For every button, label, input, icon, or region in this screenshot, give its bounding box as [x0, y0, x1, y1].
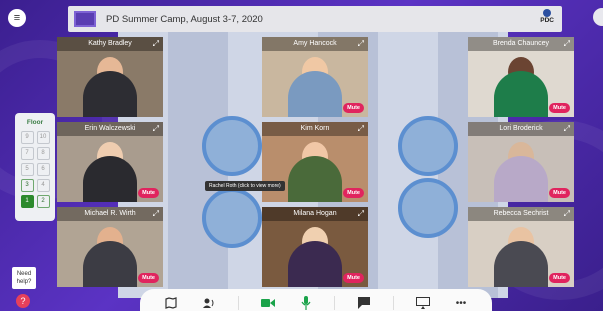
expand-icon[interactable]: ⤢	[358, 124, 364, 133]
brand-logo: PDC	[540, 9, 554, 25]
participant-tooltip: Rachel Roth (click to view more)	[205, 181, 285, 191]
brand-icon	[543, 9, 552, 17]
mute-button[interactable]: Mute	[549, 103, 570, 113]
expand-icon[interactable]: ⤢	[564, 124, 570, 133]
mute-button[interactable]: Mute	[343, 273, 364, 283]
more-icon[interactable]: •••	[452, 294, 470, 311]
mute-button[interactable]: Mute	[343, 188, 364, 198]
floor-button[interactable]: 7	[20, 147, 34, 160]
floor-button[interactable]: 4	[36, 179, 50, 192]
bottom-toolbar: •••	[140, 289, 492, 311]
table-icon[interactable]	[202, 116, 262, 176]
participant-tile[interactable]: Lori Broderick ⤢ Mute	[468, 122, 574, 202]
floor-button[interactable]: 3	[20, 179, 34, 192]
expand-icon[interactable]: ⤢	[153, 39, 159, 48]
mute-button[interactable]: Mute	[343, 103, 364, 113]
mute-button[interactable]: Mute	[138, 188, 159, 198]
event-logo	[74, 11, 96, 27]
floor-button[interactable]: 2	[36, 195, 50, 208]
toolbar-divider	[334, 296, 336, 310]
mute-button[interactable]: Mute	[549, 188, 570, 198]
camera-icon[interactable]	[259, 294, 277, 311]
expand-icon[interactable]: ⤢	[153, 209, 159, 218]
participant-tile[interactable]: Kathy Bradley ⤢	[57, 37, 163, 117]
event-title: PD Summer Camp, August 3-7, 2020	[106, 13, 263, 25]
screen-share-icon[interactable]	[414, 294, 432, 311]
toolbar-divider	[393, 296, 395, 310]
floor-label: Floor	[26, 119, 44, 126]
expand-icon[interactable]: ⤢	[564, 209, 570, 218]
map-icon[interactable]	[162, 294, 180, 311]
expand-icon[interactable]: ⤢	[358, 209, 364, 218]
participant-name: Brenda Chauncey	[468, 37, 574, 51]
participant-tile[interactable]: Rebecca Sechrist ⤢ Mute	[468, 207, 574, 287]
participant-tile[interactable]: Brenda Chauncey ⤢ Mute	[468, 37, 574, 117]
toolbar-divider	[237, 296, 239, 310]
participant-name: Michael R. Wirth	[57, 207, 163, 221]
help-button[interactable]: ?	[16, 294, 30, 308]
microphone-icon[interactable]	[297, 294, 315, 311]
expand-icon[interactable]: ⤢	[358, 39, 364, 48]
menu-icon[interactable]: ≡	[8, 9, 26, 27]
participant-name: Lori Broderick	[468, 122, 574, 136]
floor-button-current[interactable]: 1	[20, 195, 34, 208]
help-label: Need help?	[12, 267, 36, 289]
table-icon[interactable]	[202, 188, 262, 248]
floor-button[interactable]: 10	[36, 131, 50, 144]
participant-name: Kathy Bradley	[57, 37, 163, 51]
chat-icon[interactable]	[355, 294, 373, 311]
participant-tile[interactable]: Erin Walczewski ⤢ Mute	[57, 122, 163, 202]
participant-tile[interactable]: Milana Hogan ⤢ Mute	[262, 207, 368, 287]
floor-grid: 9 10 7 8 5 6 3 4 1 2	[15, 131, 55, 208]
floor-selector: Floor 9 10 7 8 5 6 3 4 1 2	[15, 113, 55, 221]
table-icon[interactable]	[398, 178, 458, 238]
table-icon[interactable]	[398, 116, 458, 176]
floor-button[interactable]: 5	[20, 163, 34, 176]
floor-button[interactable]: 9	[20, 131, 34, 144]
participant-name: Milana Hogan	[262, 207, 368, 221]
participant-tile[interactable]: Amy Hancock ⤢ Mute	[262, 37, 368, 117]
floor-button[interactable]: 8	[36, 147, 50, 160]
share-audio-icon[interactable]	[200, 294, 218, 311]
participant-name: Amy Hancock	[262, 37, 368, 51]
expand-icon[interactable]: ⤢	[153, 124, 159, 133]
event-header: PD Summer Camp, August 3-7, 2020 PDC	[68, 6, 562, 32]
mute-button[interactable]: Mute	[549, 273, 570, 283]
participant-name: Erin Walczewski	[57, 122, 163, 136]
participant-name: Kim Korn	[262, 122, 368, 136]
mute-button[interactable]: Mute	[138, 273, 159, 283]
floor-button[interactable]: 6	[36, 163, 50, 176]
expand-icon[interactable]: ⤢	[564, 39, 570, 48]
participant-name: Rebecca Sechrist	[468, 207, 574, 221]
participant-tile[interactable]: Michael R. Wirth ⤢ Mute	[57, 207, 163, 287]
